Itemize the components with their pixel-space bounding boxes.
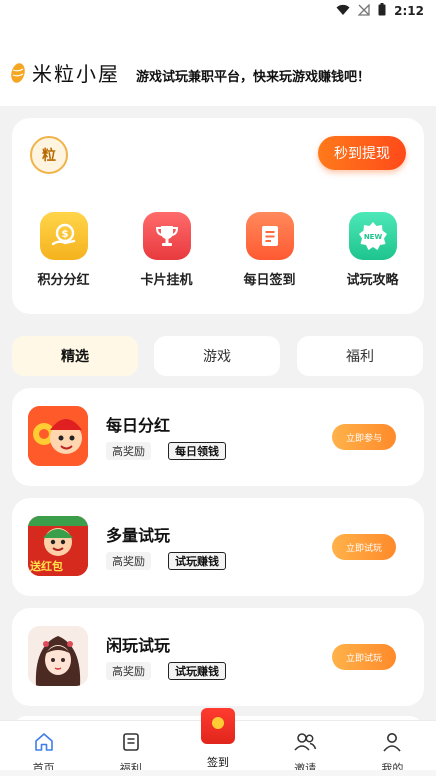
category-tabs: 精选 游戏 福利 <box>12 336 424 376</box>
home-indicator <box>0 770 436 776</box>
brand-name: 米粒小屋 <box>32 62 120 86</box>
checklist-icon <box>245 212 294 260</box>
nav-benefits[interactable]: 福利 <box>87 721 174 776</box>
menu-label: 积分分红 <box>37 273 90 288</box>
trophy-icon <box>142 212 191 260</box>
menu-label: 试玩攻略 <box>346 273 399 288</box>
game-thumbnail <box>28 406 88 466</box>
game-card[interactable]: 每日分红 高奖励 每日领钱 立即参与 <box>12 388 424 486</box>
rice-grain-icon <box>10 60 26 84</box>
menu-item-daily-checkin[interactable]: 每日签到 <box>218 212 321 288</box>
mili-coin-logo: 粒 <box>30 136 68 174</box>
nav-invite[interactable]: 邀请 <box>262 721 349 776</box>
tab-benefits[interactable]: 福利 <box>297 336 423 376</box>
nav-profile[interactable]: 我的 <box>349 721 436 776</box>
wifi-icon <box>336 4 350 19</box>
feature-card: 粒 秒到提现 $ 积分分红 卡片挂机 每日签到 NEW 试玩攻略 <box>12 118 424 314</box>
tag-trial-earn: 试玩赚钱 <box>168 662 226 680</box>
tag-daily-cash: 每日领钱 <box>168 442 226 460</box>
game-card[interactable]: 送红包 多量试玩 高奖励 试玩赚钱 立即试玩 <box>12 498 424 596</box>
tag-high-reward: 高奖励 <box>106 442 151 460</box>
no-signal-icon <box>357 2 370 19</box>
game-thumbnail <box>28 626 88 686</box>
nav-label-checkin: 签到 <box>207 756 229 769</box>
menu-label: 卡片挂机 <box>140 273 193 288</box>
envelope-seal <box>212 717 224 729</box>
instant-withdraw-button[interactable]: 秒到提现 <box>318 136 406 170</box>
tab-featured[interactable]: 精选 <box>12 336 138 376</box>
home-icon <box>33 731 55 757</box>
tab-games[interactable]: 游戏 <box>154 336 280 376</box>
try-now-button[interactable]: 立即试玩 <box>332 644 396 670</box>
battery-icon <box>378 3 386 19</box>
red-envelope-icon[interactable] <box>201 708 235 744</box>
svg-text:NEW: NEW <box>363 233 382 241</box>
game-thumbnail: 送红包 <box>28 516 88 576</box>
user-icon <box>381 731 403 757</box>
status-bar: 2:12 <box>0 0 436 22</box>
clock: 2:12 <box>394 4 424 18</box>
coin-hand-icon: $ <box>39 212 88 260</box>
menu-item-trial-guide[interactable]: NEW 试玩攻略 <box>321 212 424 288</box>
tag-high-reward: 高奖励 <box>106 662 151 680</box>
game-title: 闲玩试玩 <box>106 636 171 655</box>
tag-high-reward: 高奖励 <box>106 552 151 570</box>
users-icon <box>293 731 317 757</box>
tag-trial-earn: 试玩赚钱 <box>168 552 226 570</box>
try-now-button[interactable]: 立即试玩 <box>332 534 396 560</box>
new-badge-icon: NEW <box>348 212 397 260</box>
game-card[interactable]: 闲玩试玩 高奖励 试玩赚钱 立即试玩 <box>12 608 424 706</box>
game-title: 每日分红 <box>106 416 171 435</box>
feature-menu: $ 积分分红 卡片挂机 每日签到 NEW 试玩攻略 <box>12 212 424 288</box>
menu-item-points-dividend[interactable]: $ 积分分红 <box>12 212 115 288</box>
menu-label: 每日签到 <box>243 273 296 288</box>
brand-header: 米粒小屋 游戏试玩兼职平台，快来玩游戏赚钱吧！ <box>0 22 436 106</box>
svg-text:$: $ <box>61 229 68 240</box>
nav-home[interactable]: 首页 <box>0 721 87 776</box>
join-now-button[interactable]: 立即参与 <box>332 424 396 450</box>
document-icon <box>120 731 142 757</box>
menu-item-card-idle[interactable]: 卡片挂机 <box>115 212 218 288</box>
thumb-label: 送红包 <box>30 560 63 573</box>
brand-tagline: 游戏试玩兼职平台，快来玩游戏赚钱吧！ <box>136 70 371 85</box>
game-title: 多量试玩 <box>106 526 171 545</box>
